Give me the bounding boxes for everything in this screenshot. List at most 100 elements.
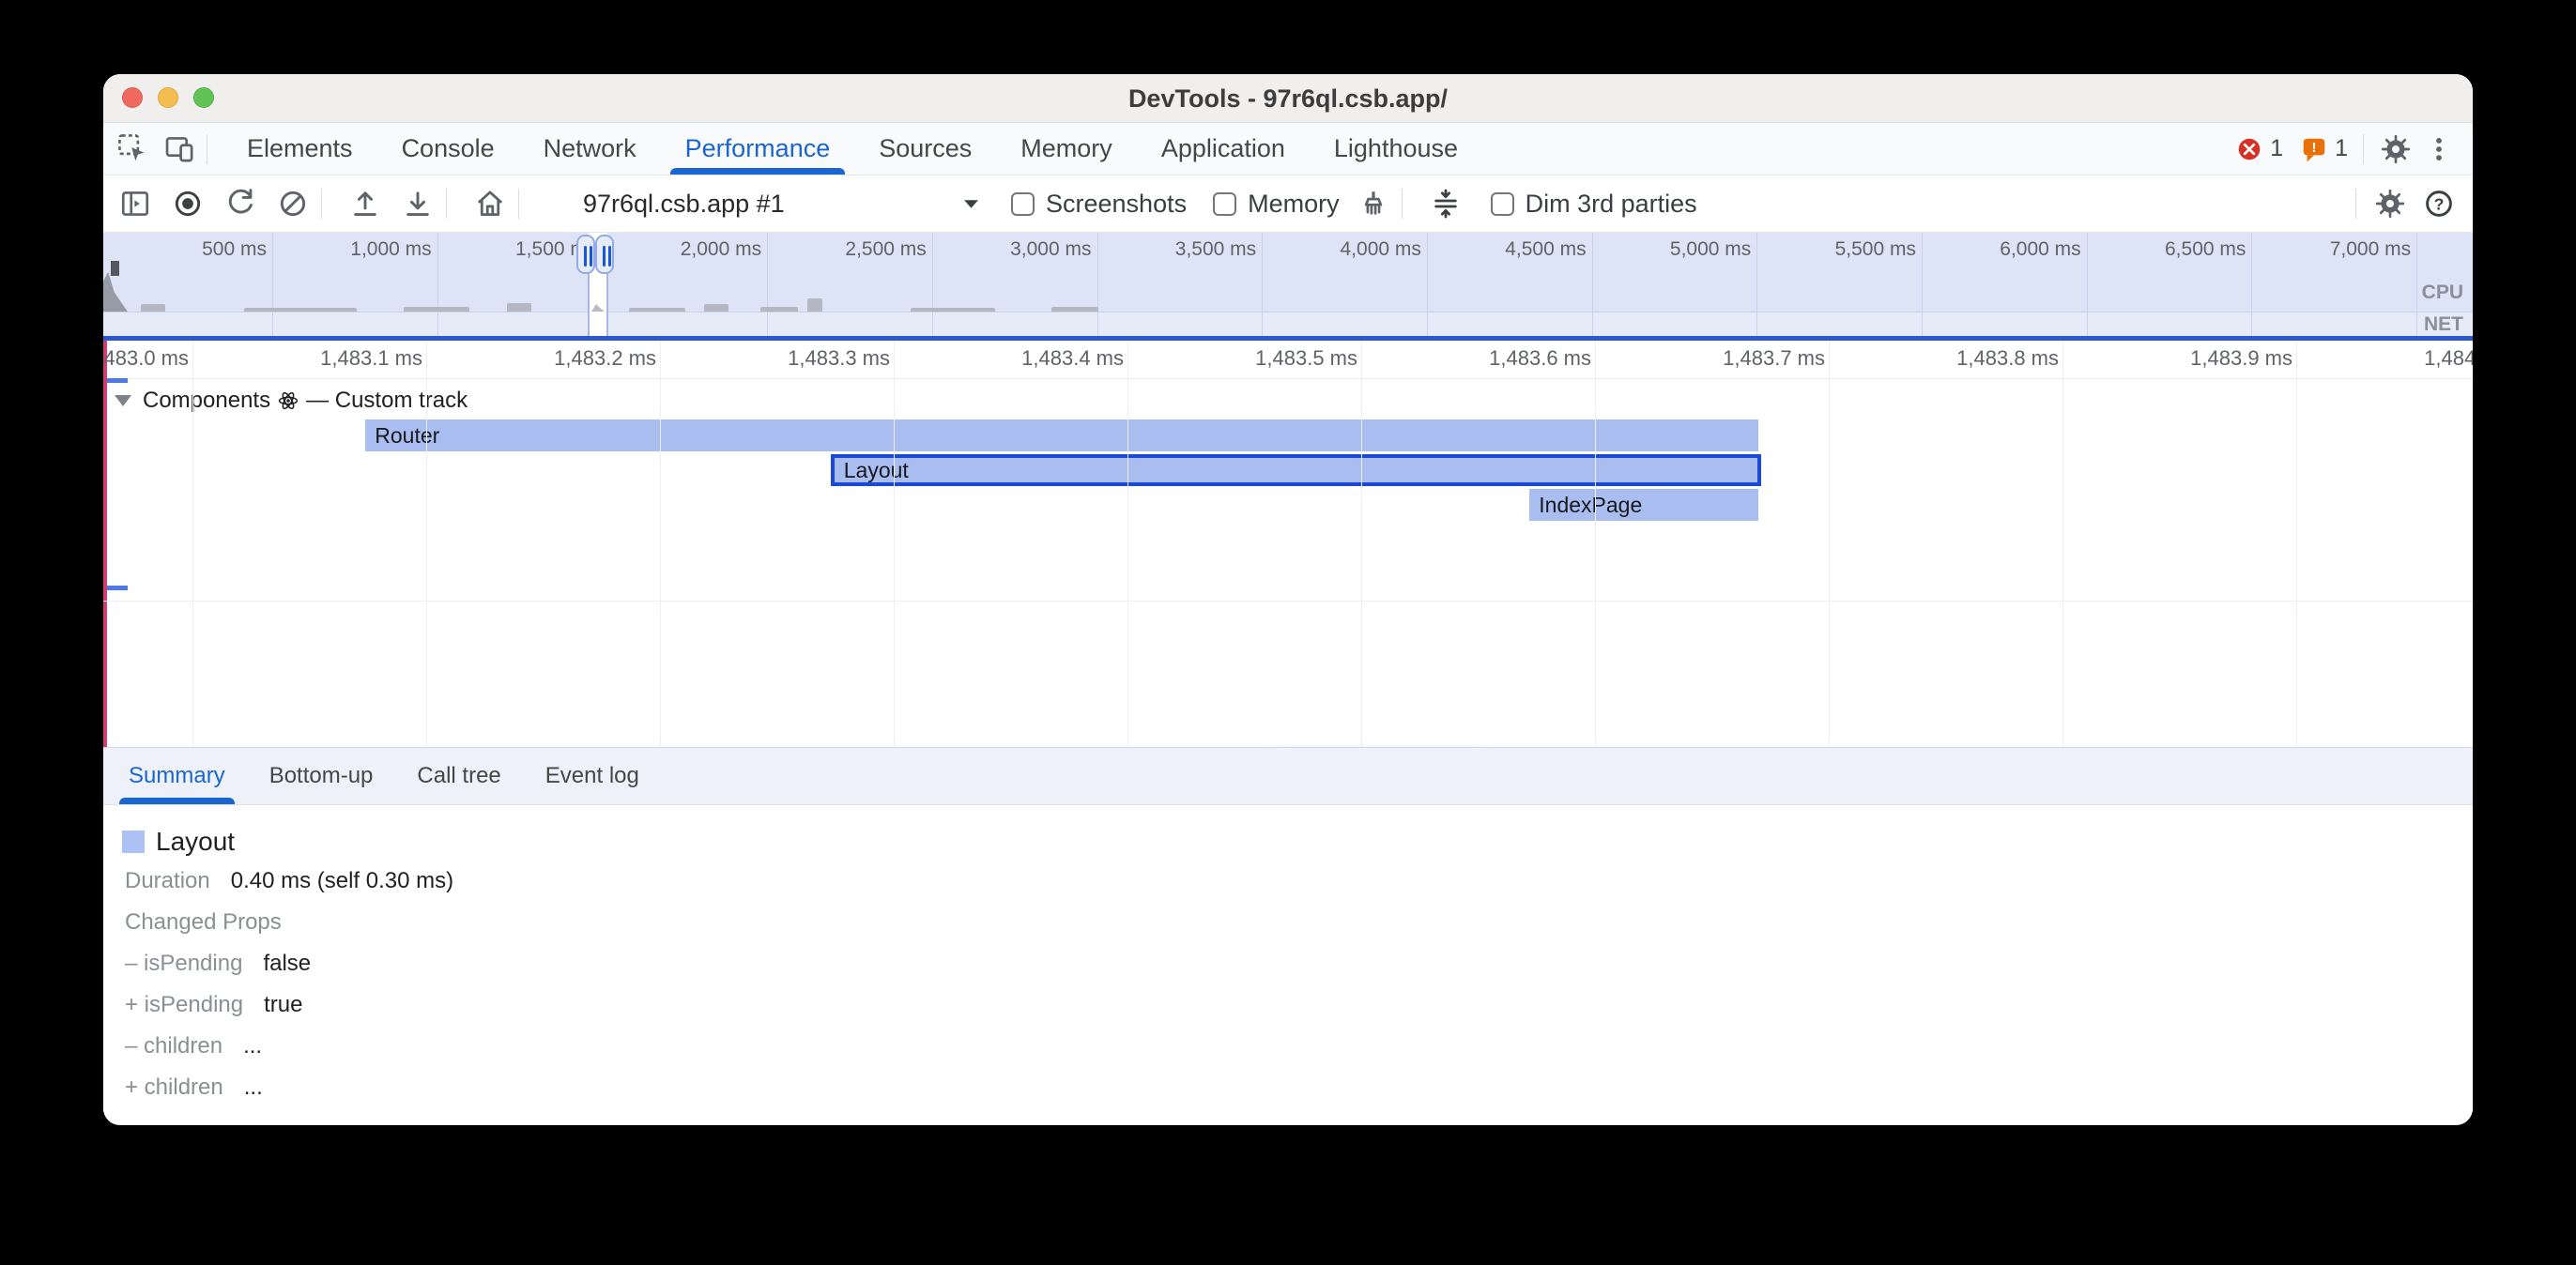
capture-settings-gear-icon[interactable]: [2371, 185, 2409, 222]
error-count: 1: [2270, 135, 2283, 162]
flame-bar-layout[interactable]: Layout: [831, 454, 1761, 486]
reload-record-icon[interactable]: [222, 185, 259, 222]
summary-title: Layout: [156, 827, 235, 857]
ruler-tick-label: 1,483.6 ms: [1450, 346, 1591, 371]
track-suffix: — Custom track: [306, 388, 468, 414]
tab-network[interactable]: Network: [519, 123, 661, 175]
tab-elements[interactable]: Elements: [222, 123, 377, 175]
divider: [321, 189, 322, 219]
track-edge-marker: [107, 586, 128, 590]
settings-gear-icon[interactable]: [2379, 132, 2413, 166]
overview-tick-label: 2,500 ms: [786, 238, 927, 261]
summary-row-label: – children: [125, 1033, 222, 1059]
help-icon[interactable]: ?: [2420, 185, 2458, 222]
event-color-swatch: [122, 831, 145, 853]
devtools-tabbar: ElementsConsoleNetworkPerformanceSources…: [103, 123, 2473, 175]
error-icon: [2235, 135, 2263, 163]
summary-row-value: 0.40 ms (self 0.30 ms): [231, 868, 453, 894]
tab-performance[interactable]: Performance: [661, 123, 855, 175]
summary-row: Changed Props: [125, 910, 2473, 935]
ruler-tick-label: 1,483.2 ms: [515, 346, 656, 371]
divider: [446, 189, 447, 219]
dim-3rd-parties-checkbox[interactable]: Dim 3rd parties: [1491, 190, 1697, 219]
home-icon[interactable]: [471, 185, 509, 222]
flame-chart-area[interactable]: Components — Custom track RouterLayoutIn…: [103, 341, 2473, 747]
screenshots-checkbox[interactable]: Screenshots: [1011, 190, 1187, 219]
summary-rows: Duration 0.40 ms (self 0.30 ms) Changed Pr…: [122, 869, 2473, 1100]
overview-gridline: [1592, 233, 1593, 336]
details-tab-bottom-up[interactable]: Bottom-up: [269, 748, 374, 804]
window-resize-handle-right[interactable]: [595, 235, 614, 274]
checkbox-box[interactable]: [1213, 192, 1236, 216]
overview-tick-label: 6,500 ms: [2105, 238, 2246, 261]
issues-badge[interactable]: ! 1: [2300, 135, 2348, 163]
checkbox-box[interactable]: [1011, 192, 1035, 216]
overview-tick-label: 5,000 ms: [1610, 238, 1751, 261]
details-tab-call-tree[interactable]: Call tree: [417, 748, 500, 804]
dim-3rd-parties-label: Dim 3rd parties: [1526, 190, 1697, 219]
summary-row-label: Duration: [125, 868, 210, 894]
details-tab-event-log[interactable]: Event log: [545, 748, 639, 804]
ruler-tick-label: 1,483.5 ms: [1217, 346, 1357, 371]
tab-memory[interactable]: Memory: [996, 123, 1137, 175]
svg-text:!: !: [2312, 140, 2317, 156]
upload-profile-icon[interactable]: [346, 185, 384, 222]
screenshots-label: Screenshots: [1046, 190, 1187, 219]
summary-row: Duration 0.40 ms (self 0.30 ms): [125, 869, 2473, 893]
tab-application[interactable]: Application: [1137, 123, 1310, 175]
custom-track-header[interactable]: Components — Custom track: [115, 388, 468, 414]
summary-row: – children...: [125, 1034, 2473, 1059]
react-atom-icon: [278, 390, 299, 411]
summary-row-label: + children: [125, 1074, 223, 1101]
target-selector-value: 97r6ql.csb.app #1: [583, 190, 785, 219]
overview-gridline: [767, 233, 768, 336]
divider: [2355, 189, 2356, 219]
timeline-overview[interactable]: CPU NET 500 ms1,000 ms1,500 ms2,000 ms2,…: [103, 233, 2473, 336]
track-name: Components: [143, 388, 270, 414]
target-selector[interactable]: 97r6ql.csb.app #1: [562, 183, 985, 224]
ruler-gridline: [1595, 341, 1596, 747]
overview-gridline: [2087, 233, 2088, 336]
handle-grip: [608, 246, 611, 267]
ruler-tick-label: 1,483.9 ms: [2152, 346, 2292, 371]
summary-pane: Layout Duration 0.40 ms (self 0.30 ms) Cha…: [103, 805, 2473, 1125]
kebab-menu-icon[interactable]: [2422, 132, 2456, 166]
ruler-gridline: [2296, 341, 2297, 747]
divider: [1402, 189, 1403, 219]
details-tab-summary[interactable]: Summary: [129, 748, 225, 804]
ruler-gridline: [426, 341, 427, 747]
collapse-triangle-icon[interactable]: [115, 395, 131, 406]
collapse-arrows-icon[interactable]: [1427, 185, 1464, 222]
overview-tick-label: 5,500 ms: [1775, 238, 1916, 261]
error-badge[interactable]: 1: [2235, 135, 2283, 163]
memory-checkbox[interactable]: Memory: [1213, 190, 1340, 219]
flame-bar-router[interactable]: Router: [365, 419, 1758, 451]
summary-row-label: + isPending: [125, 992, 243, 1018]
window-resize-handle-left[interactable]: [576, 235, 595, 274]
overview-gridline: [437, 233, 438, 336]
window-title: DevTools - 97r6ql.csb.app/: [103, 74, 2473, 123]
cpu-activity: [141, 304, 165, 312]
record-icon[interactable]: [169, 185, 207, 222]
divider: [2363, 134, 2364, 164]
download-profile-icon[interactable]: [399, 185, 437, 222]
overview-gridline: [932, 233, 933, 336]
inspect-element-icon[interactable]: [116, 132, 150, 166]
toggle-sidebar-icon[interactable]: [116, 185, 154, 222]
checkbox-box[interactable]: [1491, 192, 1514, 216]
overview-gridline: [272, 233, 273, 336]
tab-lighthouse[interactable]: Lighthouse: [1310, 123, 1482, 175]
tab-console[interactable]: Console: [377, 123, 519, 175]
summary-row-label: Changed Props: [125, 909, 282, 936]
cpu-activity: [807, 298, 822, 312]
cpu-activity: [760, 307, 798, 312]
ruler-tick-label: 1,484.0 ms: [2385, 346, 2473, 371]
collect-garbage-icon[interactable]: [1355, 185, 1392, 222]
tab-sources[interactable]: Sources: [854, 123, 996, 175]
device-toolbar-icon[interactable]: [163, 132, 197, 166]
track-edge-marker: [107, 378, 128, 383]
ruler-tick-label: 1,483.8 ms: [1918, 346, 2059, 371]
flame-bar-indexpage[interactable]: IndexPage: [1529, 489, 1758, 521]
clear-icon[interactable]: [274, 185, 312, 222]
ruler-gridline: [894, 341, 895, 747]
